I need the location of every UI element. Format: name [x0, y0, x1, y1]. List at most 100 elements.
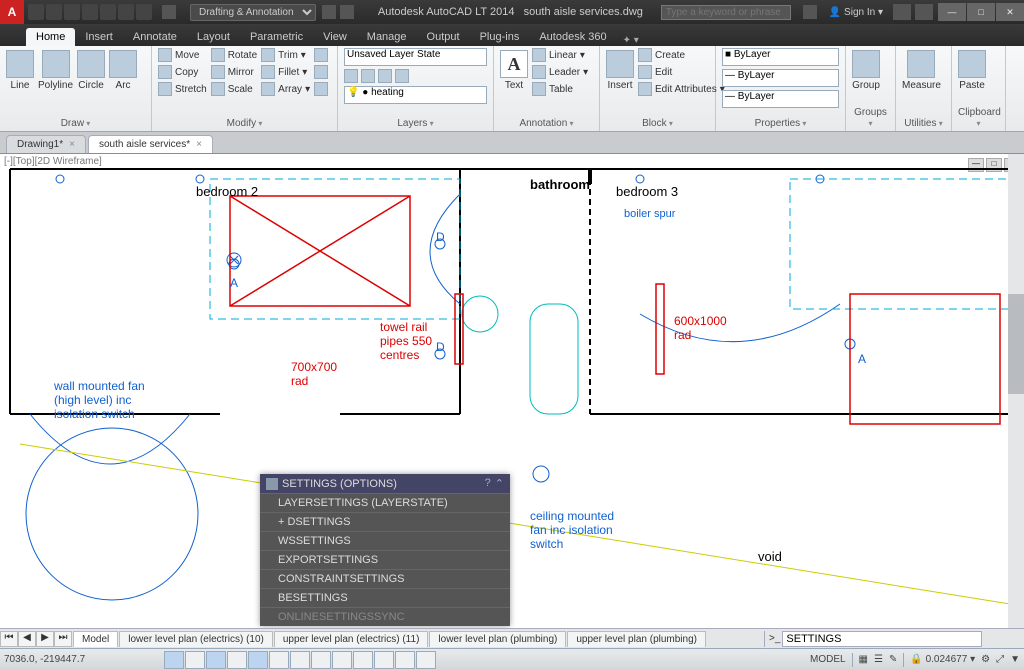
tab-plugins[interactable]: Plug-ins: [470, 28, 530, 46]
linear-button[interactable]: Linear ▾: [532, 48, 588, 62]
ws-icon[interactable]: [322, 5, 336, 19]
create-block[interactable]: Create: [638, 48, 725, 62]
stretch-button[interactable]: Stretch: [158, 82, 207, 96]
toggle-otrack[interactable]: [290, 651, 310, 669]
cmd-selected[interactable]: SETTINGS (OPTIONS)?⌃: [260, 474, 510, 493]
workspace-selector[interactable]: Drafting & Annotation: [190, 4, 316, 21]
qat-redo[interactable]: [136, 4, 152, 20]
chevron-up-icon[interactable]: ⌃: [495, 477, 504, 490]
toggle-sc[interactable]: [395, 651, 415, 669]
cmd-prompt-icon[interactable]: >_: [769, 633, 780, 644]
scale-button[interactable]: Scale: [211, 82, 257, 96]
lineweight-combo[interactable]: — ByLayer: [722, 69, 839, 87]
tab-manage[interactable]: Manage: [357, 28, 417, 46]
toggle-snap[interactable]: [164, 651, 184, 669]
tab-view[interactable]: View: [313, 28, 357, 46]
panel-title[interactable]: Properties: [722, 117, 839, 131]
toggle-tpy[interactable]: [353, 651, 373, 669]
layer-icons[interactable]: [344, 69, 487, 83]
model-paper-toggle[interactable]: MODEL: [810, 654, 846, 665]
layout-tab[interactable]: lower level plan (electrics) (10): [119, 631, 273, 647]
qat-new[interactable]: [28, 4, 44, 20]
edit-attr[interactable]: Edit Attributes ▾: [638, 82, 725, 96]
panel-title[interactable]: Layers: [344, 117, 487, 131]
signin-button[interactable]: 👤 Sign In ▾: [823, 7, 889, 18]
move-button[interactable]: Move: [158, 48, 207, 62]
linetype-combo[interactable]: — ByLayer: [722, 90, 839, 108]
app-menu-icon[interactable]: A: [0, 0, 24, 24]
toggle-polar[interactable]: [227, 651, 247, 669]
modify-small[interactable]: [314, 48, 328, 62]
close-icon[interactable]: ×: [196, 139, 202, 150]
file-tab[interactable]: south aisle services*×: [88, 135, 213, 153]
qat-saveas[interactable]: [82, 4, 98, 20]
fillet-button[interactable]: Fillet ▾: [261, 65, 310, 79]
rotate-button[interactable]: Rotate: [211, 48, 257, 62]
tab-parametric[interactable]: Parametric: [240, 28, 313, 46]
toggle-qp[interactable]: [374, 651, 394, 669]
array-button[interactable]: Array ▾: [261, 82, 310, 96]
close-icon[interactable]: ×: [69, 139, 75, 150]
arc-button[interactable]: Arc: [109, 48, 137, 91]
infocenter-icon[interactable]: [803, 5, 817, 19]
close-button[interactable]: ✕: [996, 3, 1024, 21]
help-icon[interactable]: [915, 4, 933, 20]
panel-title[interactable]: Clipboard: [958, 106, 999, 131]
toggle-grid[interactable]: [185, 651, 205, 669]
status-icon[interactable]: ⤢: [996, 654, 1004, 665]
help-icon[interactable]: ?: [485, 477, 491, 490]
file-tab[interactable]: Drawing1*×: [6, 135, 86, 153]
maximize-button[interactable]: □: [967, 3, 995, 21]
polyline-button[interactable]: Polyline: [38, 48, 73, 91]
qat-save[interactable]: [64, 4, 80, 20]
cmd-suggestion[interactable]: EXPORTSETTINGS: [260, 550, 510, 569]
status-icon[interactable]: ⚙: [981, 654, 990, 665]
modify-small[interactable]: [314, 65, 328, 79]
command-input[interactable]: [782, 631, 982, 647]
cmd-suggestion[interactable]: + DSETTINGS: [260, 512, 510, 531]
tab-home[interactable]: Home: [26, 28, 75, 46]
layout-tab[interactable]: lower level plan (plumbing): [429, 631, 566, 647]
tab-output[interactable]: Output: [417, 28, 470, 46]
ws-icon[interactable]: [340, 5, 354, 19]
cmd-suggestion[interactable]: WSSETTINGS: [260, 531, 510, 550]
panel-title[interactable]: Annotation: [500, 117, 593, 131]
edit-block[interactable]: Edit: [638, 65, 725, 79]
tab-layout[interactable]: Layout: [187, 28, 240, 46]
cmd-suggestion[interactable]: LAYERSETTINGS (LAYERSTATE): [260, 493, 510, 512]
qat-open[interactable]: [46, 4, 62, 20]
toggle-osnap[interactable]: [248, 651, 268, 669]
nav-next[interactable]: ▶: [36, 631, 54, 647]
layer-current-combo[interactable]: 💡 ● heating: [344, 86, 487, 104]
layer-state-combo[interactable]: Unsaved Layer State: [344, 48, 487, 66]
status-icon[interactable]: ☰: [874, 654, 883, 665]
tab-insert[interactable]: Insert: [75, 28, 123, 46]
toggle-3dosnap[interactable]: [269, 651, 289, 669]
exchange-icon[interactable]: [893, 4, 911, 20]
layout-tab[interactable]: Model: [73, 631, 118, 647]
drawing-canvas[interactable]: [-][Top][2D Wireframe] — □ ×: [0, 154, 1024, 628]
ws-icon[interactable]: [162, 5, 176, 19]
toggle-ortho[interactable]: [206, 651, 226, 669]
trim-button[interactable]: Trim ▾: [261, 48, 310, 62]
insert-button[interactable]: Insert: [606, 48, 634, 91]
tab-annotate[interactable]: Annotate: [123, 28, 187, 46]
toggle-dyn[interactable]: [311, 651, 331, 669]
toggle-am[interactable]: [416, 651, 436, 669]
layout-tab[interactable]: upper level plan (plumbing): [567, 631, 706, 647]
panel-title[interactable]: Draw: [6, 117, 145, 131]
help-search-input[interactable]: [661, 5, 791, 20]
qat-plot[interactable]: [100, 4, 116, 20]
minimize-button[interactable]: —: [938, 3, 966, 21]
copy-button[interactable]: Copy: [158, 65, 207, 79]
panel-title[interactable]: Utilities: [902, 117, 945, 131]
status-icon[interactable]: ✎: [889, 654, 897, 665]
cmd-suggestion[interactable]: BESETTINGS: [260, 588, 510, 607]
nav-prev[interactable]: ◀: [18, 631, 36, 647]
mirror-button[interactable]: Mirror: [211, 65, 257, 79]
status-icon[interactable]: ▦: [859, 654, 868, 665]
circle-button[interactable]: Circle: [77, 48, 105, 91]
layout-tab[interactable]: upper level plan (electrics) (11): [274, 631, 429, 647]
table-button[interactable]: Table: [532, 82, 588, 96]
measure-button[interactable]: Measure: [902, 48, 941, 91]
